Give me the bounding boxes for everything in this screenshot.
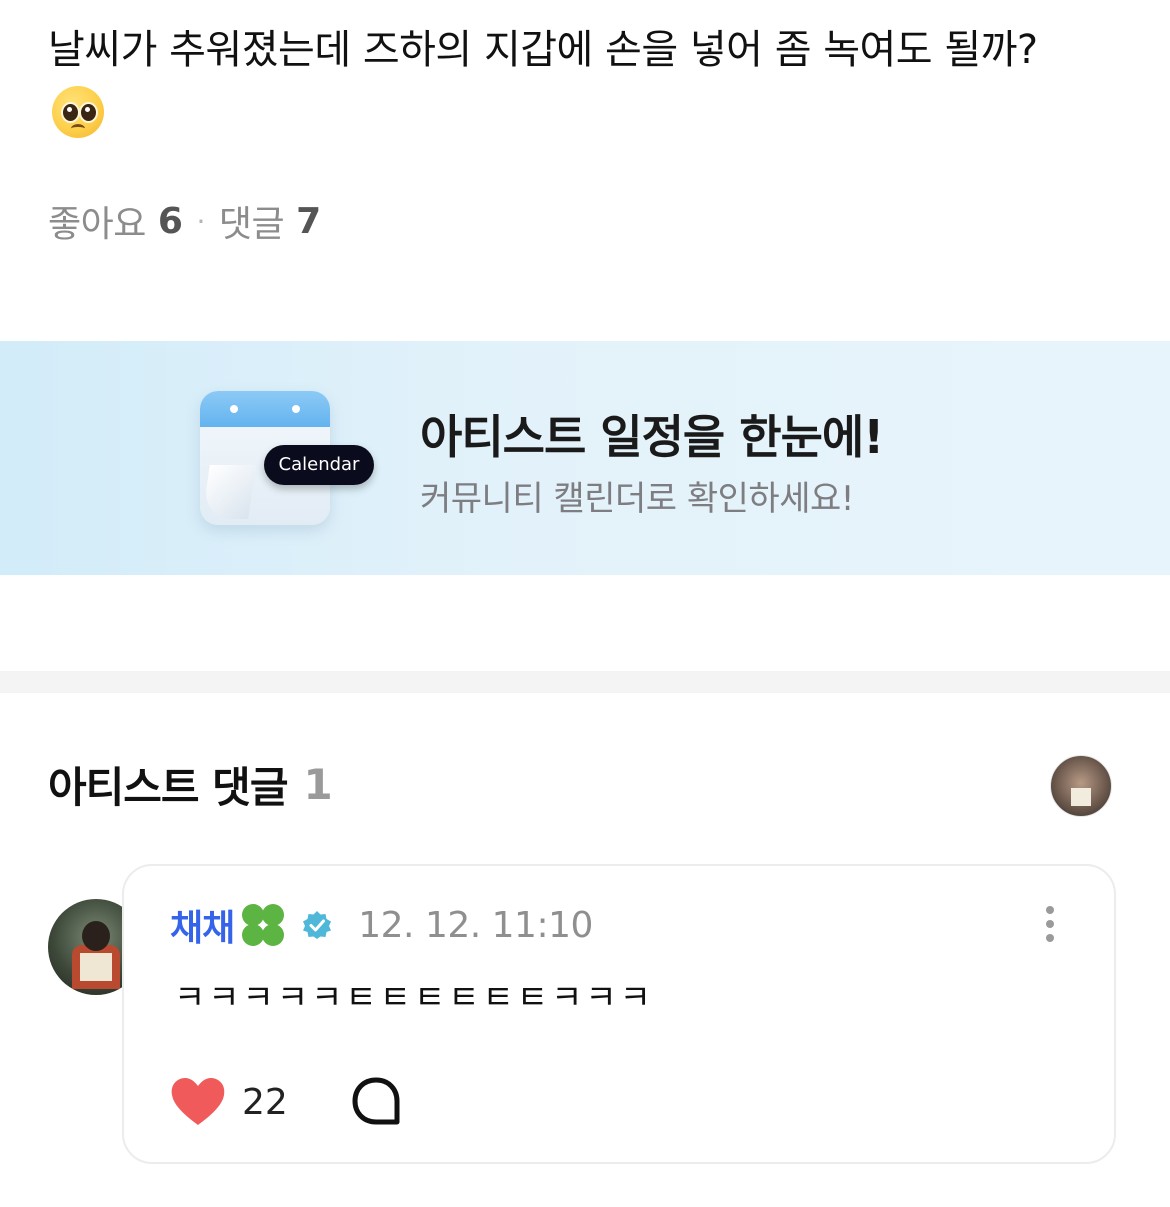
comments-label[interactable]: 댓글: [219, 195, 285, 247]
four-leaf-clover-icon: [238, 900, 288, 950]
section-divider: [0, 671, 1170, 693]
reply-button[interactable]: [350, 1076, 402, 1128]
pleading-face-icon: [52, 86, 104, 138]
speech-bubble-icon: [352, 1077, 400, 1125]
more-options-icon[interactable]: [1042, 906, 1058, 946]
artist-comments-heading: 아티스트 댓글 1: [48, 758, 333, 812]
banner-subtitle: 커뮤니티 캘린더로 확인하세요!: [420, 479, 854, 519]
comment-card: 채채 12. 12. 11:10 ㅋㅋㅋㅋㅋㅌㅌㅌㅌㅌㅌㅋㅋㅋ 22: [122, 864, 1116, 1164]
like-count: 22: [242, 1081, 288, 1123]
artist-comments-count: 1: [303, 759, 332, 809]
calendar-banner[interactable]: Calendar 아티스트 일정을 한눈에! 커뮤니티 캘린더로 확인하세요!: [0, 341, 1170, 575]
calendar-pill-label: Calendar: [264, 445, 374, 485]
artist-comments-title: 아티스트 댓글: [48, 762, 288, 812]
banner-title: 아티스트 일정을 한눈에!: [420, 410, 884, 464]
comment-timestamp: 12. 12. 11:10: [358, 904, 593, 946]
comments-count: 7: [296, 200, 321, 242]
comment-header: 채채 12. 12. 11:10: [170, 898, 593, 952]
artist-avatar[interactable]: [1050, 755, 1112, 817]
heart-icon: [171, 1078, 225, 1125]
likes-label[interactable]: 좋아요: [48, 195, 146, 247]
stats-separator: ·: [196, 204, 205, 238]
like-button[interactable]: 22: [170, 1072, 288, 1132]
comment-author-name[interactable]: 채채: [170, 899, 235, 951]
comment-text: ㅋㅋㅋㅋㅋㅌㅌㅌㅌㅌㅌㅋㅋㅋ: [174, 978, 654, 1018]
post-text: 날씨가 추워졌는데 즈하의 지갑에 손을 넣어 좀 녹여도 될까?: [48, 27, 1038, 73]
likes-count: 6: [157, 200, 183, 242]
verified-badge-icon: [302, 910, 332, 940]
post-stats: 좋아요 6 · 댓글 7: [48, 196, 321, 246]
